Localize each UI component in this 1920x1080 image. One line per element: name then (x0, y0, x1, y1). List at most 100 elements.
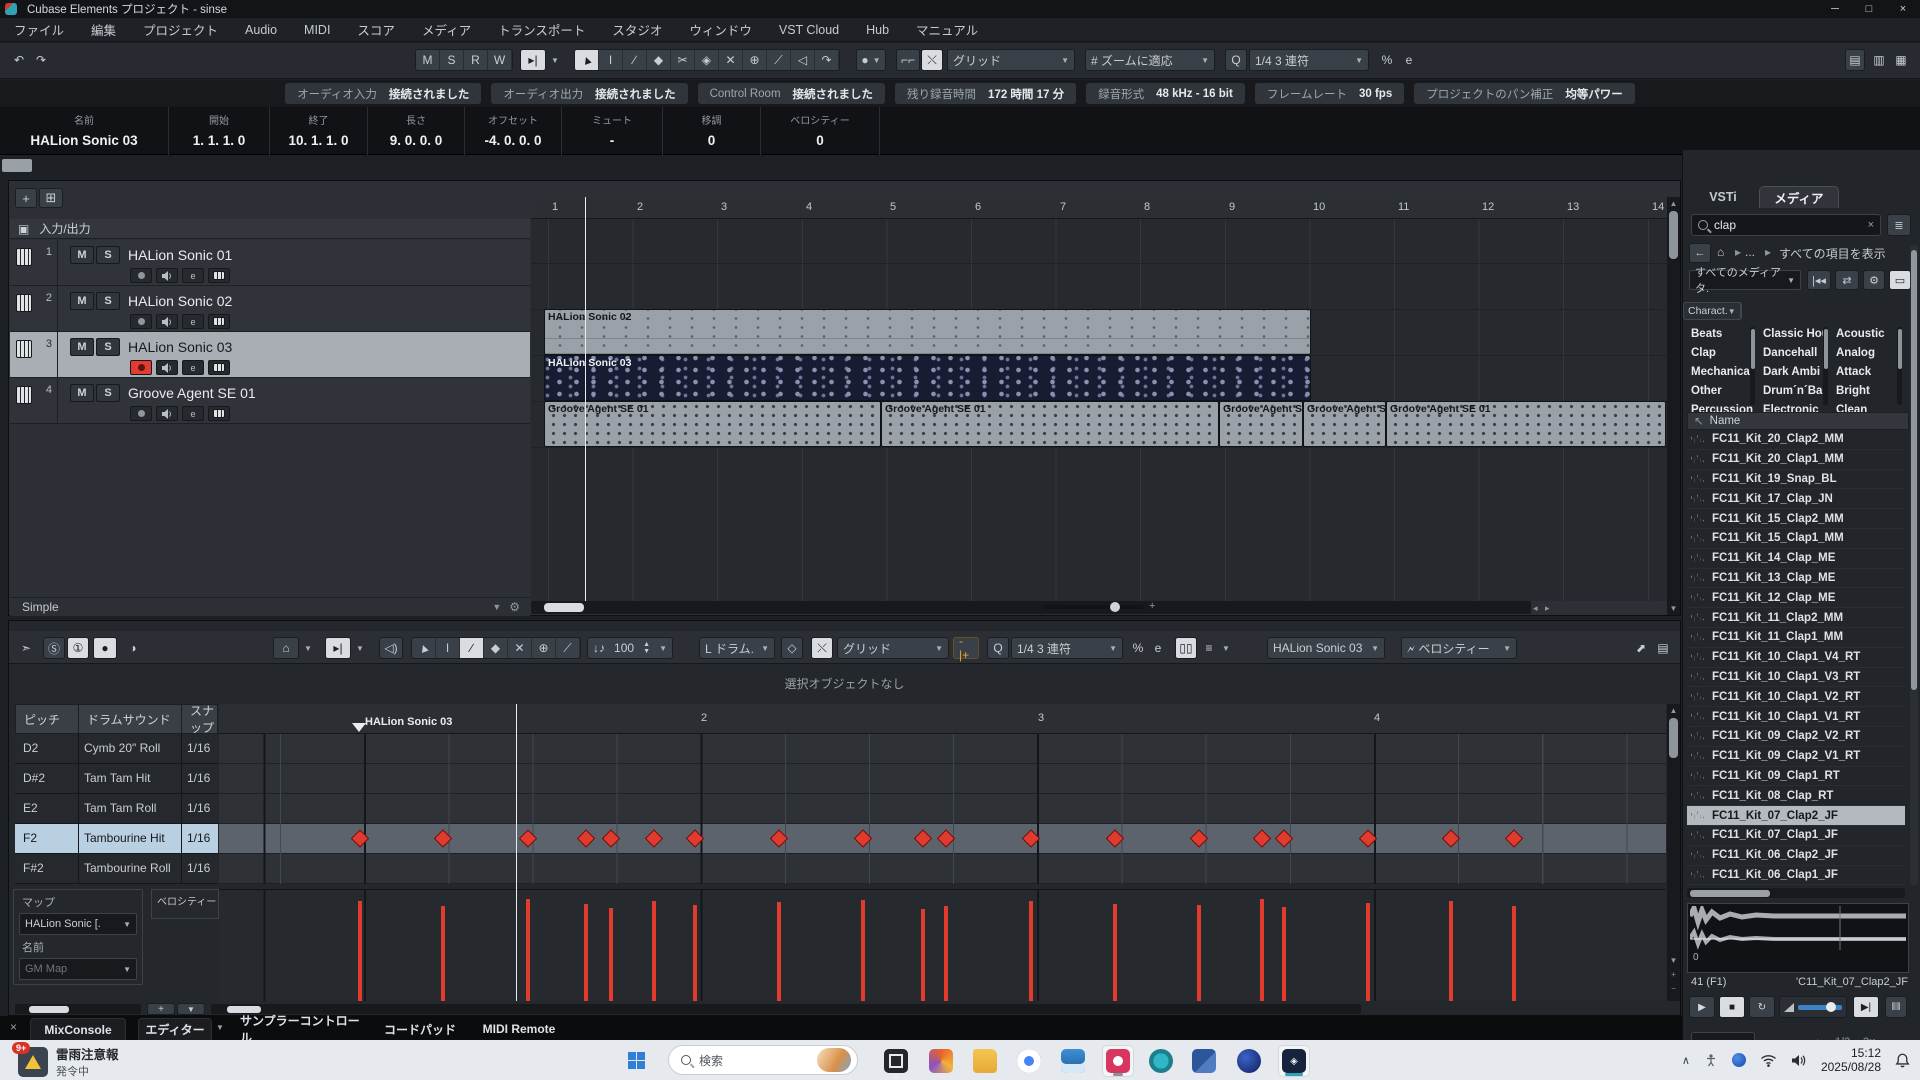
filter-item[interactable]: Classic Hou (1763, 325, 1827, 344)
velocity-bar[interactable] (441, 906, 445, 1001)
drum-note[interactable] (854, 829, 872, 847)
midi-input-icon[interactable]: -|+ (953, 637, 979, 659)
preview-waveform[interactable]: 0 (1687, 903, 1909, 973)
line-tool-icon[interactable]: ⟋ (767, 50, 791, 70)
result-row[interactable]: FC11_Kit_13_Clap_ME (1687, 569, 1905, 589)
quantize-icon[interactable]: Q (1225, 49, 1247, 71)
menu-item[interactable]: MIDI (304, 23, 330, 37)
media-search-box[interactable]: clap × (1691, 214, 1881, 236)
track-row[interactable]: 3 M S HALion Sonic 03 e (10, 332, 530, 378)
drum-note[interactable] (1275, 829, 1293, 847)
reset-filter-icon[interactable]: |◂◂ (1807, 270, 1831, 290)
result-row[interactable]: FC11_Kit_20_Clap1_MM (1687, 450, 1905, 470)
result-row[interactable]: FC11_Kit_07_Clap1_JF (1687, 826, 1905, 846)
lane-type-tag[interactable]: ベロシティー (151, 889, 219, 919)
menu-item[interactable]: マニュアル (916, 20, 978, 39)
status-chip[interactable]: Control Room接続されました (698, 83, 885, 104)
tab-media[interactable]: メディア (1759, 186, 1839, 208)
mute-button[interactable]: M (70, 292, 94, 310)
results-hscrollbar[interactable] (1687, 888, 1905, 898)
onedrive-icon[interactable] (1732, 1053, 1746, 1067)
accessibility-icon[interactable] (1704, 1053, 1718, 1067)
result-row[interactable]: FC11_Kit_17_Clap_JN (1687, 489, 1905, 509)
left-zone-toggle-icon[interactable]: ▤ (1845, 49, 1865, 71)
autoscroll-button[interactable]: ▸| (520, 49, 546, 71)
solo-button[interactable]: S (96, 338, 120, 356)
info-field[interactable]: 移調 0 (663, 107, 761, 155)
draw-tool-icon[interactable]: ∕ (623, 50, 647, 70)
result-row[interactable]: FC11_Kit_10_Clap1_V3_RT (1687, 668, 1905, 688)
automation-button[interactable]: W (488, 50, 512, 70)
result-row[interactable]: FC11_Kit_06_Clap1_JF (1687, 866, 1905, 886)
drum-note[interactable] (1022, 829, 1040, 847)
result-row[interactable]: FC11_Kit_09_Clap2_V2_RT (1687, 727, 1905, 747)
track-row[interactable]: 2 M S HALion Sonic 02 e (10, 286, 530, 332)
edit-instrument-button[interactable] (208, 360, 230, 375)
zoom-in-icon[interactable]: + (1149, 600, 1155, 612)
drum-note[interactable] (351, 829, 369, 847)
velocity-bar[interactable] (693, 905, 697, 1001)
drum-sound-row[interactable]: F2 Tambourine Hit 1/16 (15, 824, 218, 854)
insert-velocity-stepper[interactable]: ↓♪100▲▼▼ (587, 637, 673, 659)
info-field[interactable]: ミュート - (562, 107, 663, 155)
track-list-header[interactable]: ▣ 入力/出力 (10, 219, 530, 239)
filter-item[interactable]: Acoustic (1836, 325, 1900, 344)
result-row[interactable]: FC11_Kit_09_Clap2_V1_RT (1687, 747, 1905, 767)
play-in-project-icon[interactable]: ▶| (1853, 996, 1879, 1018)
solo-button[interactable]: S (96, 292, 120, 310)
layout-dropdown-icon[interactable]: ▼ (301, 637, 315, 659)
home-icon[interactable]: ⌂ (1717, 245, 1724, 259)
velocity-bar[interactable] (1197, 905, 1201, 1001)
redo-icon[interactable]: ↷ (30, 49, 52, 71)
drum-note[interactable] (645, 829, 663, 847)
editor-hscrollbar[interactable] (211, 1004, 1361, 1014)
drum-note[interactable] (602, 829, 620, 847)
velocity-bar[interactable] (777, 902, 781, 1001)
automation-button[interactable]: S (440, 50, 464, 70)
result-row[interactable]: FC11_Kit_12_Clap_ME (1687, 588, 1905, 608)
velocity-bar[interactable] (921, 909, 925, 1001)
close-button[interactable]: × (1886, 0, 1920, 18)
edit-channel-button[interactable]: e (182, 314, 204, 329)
editor-select-tool-icon[interactable]: ▲ (412, 638, 436, 658)
mute-button[interactable]: M (70, 384, 94, 402)
active-app-tile[interactable] (1102, 1045, 1134, 1077)
editor-vertical-scrollbar[interactable]: ▲ ▼ + − (1667, 704, 1680, 1001)
editor-erase-tool-icon[interactable]: ◆ (484, 638, 508, 658)
drum-note[interactable] (1442, 829, 1460, 847)
record-enable-button[interactable] (130, 268, 152, 283)
drum-note[interactable] (937, 829, 955, 847)
drum-note[interactable] (1106, 829, 1124, 847)
result-row[interactable]: FC11_Kit_15_Clap2_MM (1687, 509, 1905, 529)
menu-item[interactable]: Hub (866, 23, 889, 37)
lower-zone-tab[interactable]: MixConsole (30, 1018, 126, 1040)
menu-item[interactable]: VST Cloud (779, 23, 839, 37)
velocity-bar[interactable] (1113, 904, 1117, 1001)
track-row[interactable]: 1 M S HALion Sonic 01 e (10, 240, 530, 286)
acoustic-feedback-icon[interactable]: ◑ (121, 637, 145, 659)
scroll-right-icon[interactable]: ▸ (1545, 603, 1550, 614)
mute-button[interactable]: M (70, 246, 94, 264)
results-name-header[interactable]: ↖Name (1687, 412, 1909, 430)
drum-sound-row[interactable]: D2 Cymb 20" Roll 1/16 (15, 734, 218, 764)
taskbar-search[interactable]: 検索 (668, 1045, 858, 1075)
drum-note[interactable] (1505, 829, 1523, 847)
edit-instrument-button[interactable] (208, 406, 230, 421)
automation-button[interactable]: R (464, 50, 488, 70)
editor-ruler[interactable]: HALion Sonic 03 (219, 704, 1666, 734)
status-chip[interactable]: 録音形式48 kHz - 16 bit (1086, 83, 1245, 104)
editor-line-tool-icon[interactable]: ⟋ (556, 638, 580, 658)
status-chip[interactable]: フレームレート30 fps (1255, 83, 1404, 104)
info-field[interactable]: ベロシティー 0 (761, 107, 880, 155)
minimize-button[interactable]: ─ (1818, 0, 1852, 18)
volume-icon[interactable] (1791, 1054, 1807, 1067)
maximize-button[interactable]: □ (1852, 0, 1886, 18)
result-row[interactable]: FC11_Kit_11_Clap1_MM (1687, 628, 1905, 648)
autoscroll-dropdown-icon[interactable]: ▼ (548, 49, 562, 71)
preview-loop-icon[interactable]: ↻ (1749, 996, 1775, 1018)
align-beats-icon[interactable]: ⦀⦀ (1885, 996, 1907, 1018)
velocity-bar[interactable] (584, 904, 588, 1001)
info-field[interactable]: 長さ 9. 0. 0. 0 (368, 107, 465, 155)
edit-instrument-button[interactable] (208, 268, 230, 283)
solo-editor-icon[interactable]: Ⓢ (43, 637, 65, 659)
